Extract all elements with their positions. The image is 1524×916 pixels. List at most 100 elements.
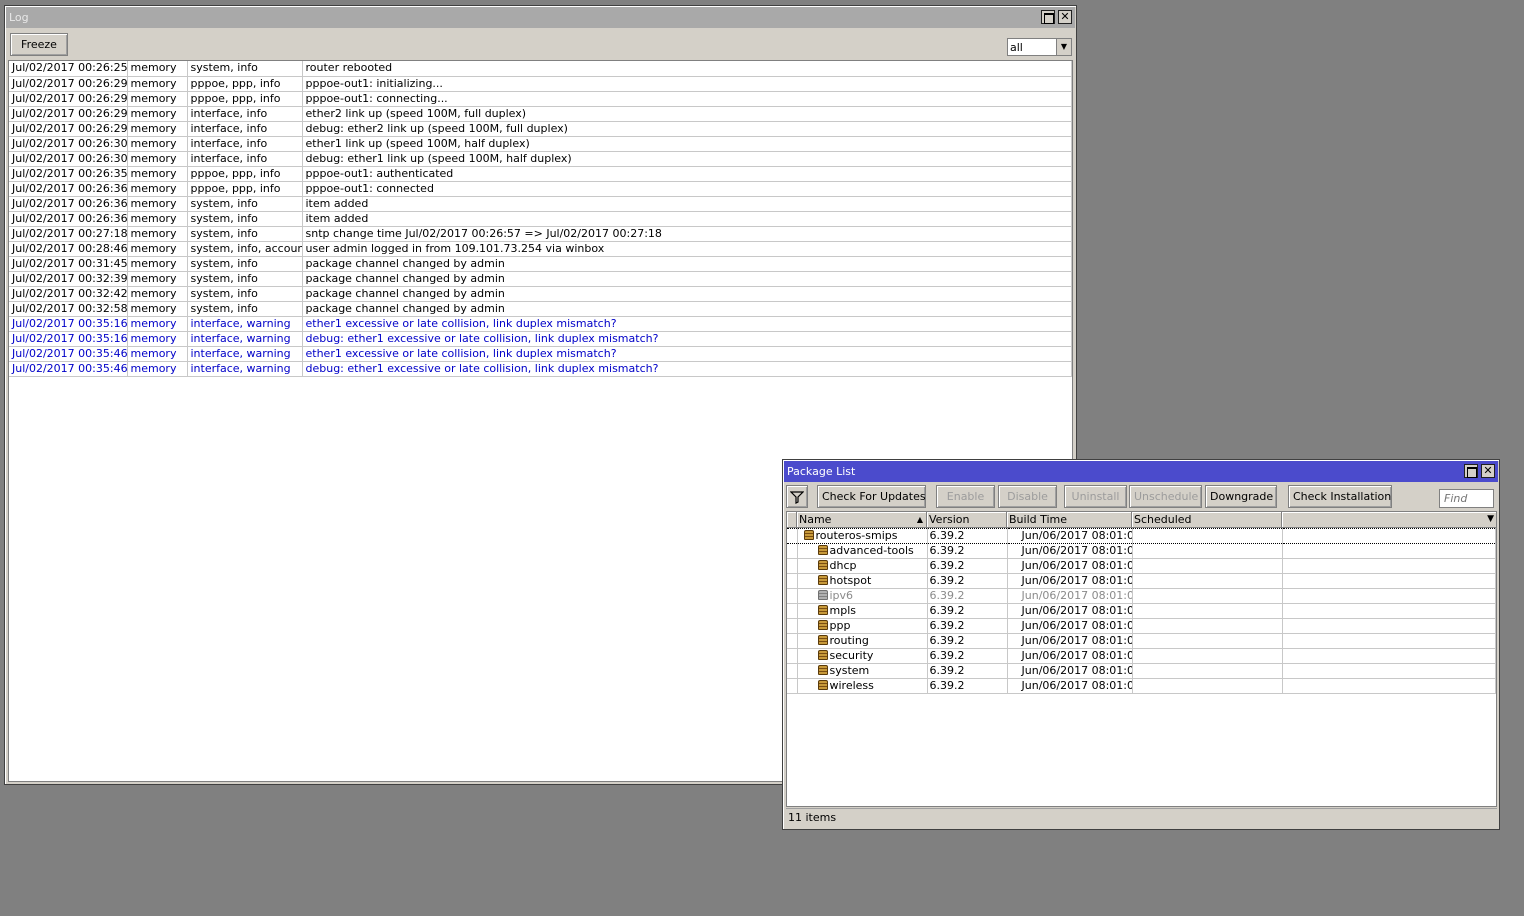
log-row[interactable]: Jul/02/2017 00:35:16 memory interface, war… bbox=[9, 331, 1072, 347]
package-name: routeros-smips bbox=[815, 529, 898, 543]
log-filter-select[interactable]: all ▼ bbox=[1007, 38, 1072, 56]
package-name: ppp bbox=[829, 619, 851, 632]
log-topics: interface, warning bbox=[187, 331, 303, 347]
log-filter-value: all bbox=[1010, 41, 1023, 54]
log-topics: system, info bbox=[187, 271, 303, 287]
log-buffer: memory bbox=[127, 76, 188, 92]
package-name-cell: routeros-smips bbox=[797, 528, 928, 544]
package-extra bbox=[1282, 618, 1496, 634]
package-version: 6.39.2 bbox=[927, 648, 1008, 664]
row-marker bbox=[787, 648, 798, 664]
sort-asc-icon: ▲ bbox=[916, 515, 923, 524]
chevron-down-icon[interactable]: ▼ bbox=[1056, 39, 1071, 55]
check-for-updates-button[interactable]: Check For Updates bbox=[817, 485, 926, 508]
log-topics: system, info bbox=[187, 301, 303, 317]
package-extra bbox=[1282, 633, 1496, 649]
maximize-icon[interactable] bbox=[1041, 10, 1055, 24]
log-row[interactable]: Jul/02/2017 00:27:18 memory system, info sn… bbox=[9, 226, 1072, 242]
log-row[interactable]: Jul/02/2017 00:35:46 memory interface, war… bbox=[9, 361, 1072, 377]
log-row[interactable]: Jul/02/2017 00:28:46 memory system, info, … bbox=[9, 241, 1072, 257]
unschedule-button[interactable]: Unschedule bbox=[1129, 485, 1202, 508]
log-time: Jul/02/2017 00:35:46 bbox=[9, 361, 128, 377]
log-row[interactable]: Jul/02/2017 00:31:45 memory system, info pa… bbox=[9, 256, 1072, 272]
column-header-name[interactable]: Name ▲ bbox=[797, 512, 927, 528]
package-extra bbox=[1282, 558, 1496, 574]
log-time: Jul/02/2017 00:26:30 bbox=[9, 151, 128, 167]
package-row[interactable]: ipv6 6.39.2 Jun/06/2017 08:01:04 bbox=[787, 588, 1496, 604]
log-time: Jul/02/2017 00:31:45 bbox=[9, 256, 128, 272]
package-row[interactable]: ppp 6.39.2 Jun/06/2017 08:01:04 bbox=[787, 618, 1496, 634]
log-row[interactable]: Jul/02/2017 00:26:29 memory interface, inf… bbox=[9, 106, 1072, 122]
row-marker bbox=[787, 528, 798, 544]
log-message: user admin logged in from 109.101.73.254… bbox=[302, 241, 1072, 257]
log-row[interactable]: Jul/02/2017 00:26:36 memory system, info it… bbox=[9, 196, 1072, 212]
downgrade-button[interactable]: Downgrade bbox=[1205, 485, 1277, 508]
log-row[interactable]: Jul/02/2017 00:32:58 memory system, info pa… bbox=[9, 301, 1072, 317]
log-row[interactable]: Jul/02/2017 00:26:30 memory interface, inf… bbox=[9, 136, 1072, 152]
column-menu-icon[interactable]: ▼ bbox=[1487, 512, 1494, 527]
package-row[interactable]: routing 6.39.2 Jun/06/2017 08:01:04 bbox=[787, 633, 1496, 649]
package-list-titlebar[interactable]: Package List ✕ bbox=[784, 461, 1498, 482]
find-input[interactable] bbox=[1439, 489, 1494, 508]
package-scheduled bbox=[1132, 573, 1283, 589]
log-row[interactable]: Jul/02/2017 00:35:46 memory interface, war… bbox=[9, 346, 1072, 362]
package-row[interactable]: hotspot 6.39.2 Jun/06/2017 08:01:04 bbox=[787, 573, 1496, 589]
log-message: package channel changed by admin bbox=[302, 286, 1072, 302]
log-row[interactable]: Jul/02/2017 00:26:29 memory pppoe, ppp, in… bbox=[9, 91, 1072, 107]
log-time: Jul/02/2017 00:26:35 bbox=[9, 166, 128, 182]
filter-button[interactable] bbox=[786, 485, 808, 508]
uninstall-button[interactable]: Uninstall bbox=[1064, 485, 1127, 508]
log-row[interactable]: Jul/02/2017 00:32:39 memory system, info pa… bbox=[9, 271, 1072, 287]
log-topics: system, info bbox=[187, 61, 303, 77]
close-icon[interactable]: ✕ bbox=[1481, 464, 1495, 478]
log-row[interactable]: Jul/02/2017 00:26:29 memory pppoe, ppp, in… bbox=[9, 76, 1072, 92]
log-buffer: memory bbox=[127, 226, 188, 242]
package-extra bbox=[1282, 603, 1496, 619]
column-header-blank bbox=[787, 512, 797, 528]
close-icon[interactable]: ✕ bbox=[1058, 10, 1072, 24]
package-list[interactable]: Name ▲ Version Build Time Scheduled ▼ ro… bbox=[786, 511, 1497, 807]
log-row[interactable]: Jul/02/2017 00:35:16 memory interface, war… bbox=[9, 316, 1072, 332]
package-version: 6.39.2 bbox=[927, 603, 1008, 619]
log-buffer: memory bbox=[127, 346, 188, 362]
log-row[interactable]: Jul/02/2017 00:26:29 memory interface, inf… bbox=[9, 121, 1072, 137]
package-build-time: Jun/06/2017 08:01:04 bbox=[1007, 528, 1133, 544]
log-message: ether2 link up (speed 100M, full duplex) bbox=[302, 106, 1072, 122]
log-row[interactable]: Jul/02/2017 00:26:30 memory interface, inf… bbox=[9, 151, 1072, 167]
maximize-icon[interactable] bbox=[1464, 464, 1478, 478]
log-row[interactable]: Jul/02/2017 00:26:25 memory system, info ro… bbox=[9, 61, 1072, 77]
package-scheduled bbox=[1132, 543, 1283, 559]
log-time: Jul/02/2017 00:26:36 bbox=[9, 211, 128, 227]
package-row[interactable]: security 6.39.2 Jun/06/2017 08:01:04 bbox=[787, 648, 1496, 664]
log-row[interactable]: Jul/02/2017 00:26:36 memory pppoe, ppp, in… bbox=[9, 181, 1072, 197]
package-scheduled bbox=[1132, 663, 1283, 679]
package-row[interactable]: wireless 6.39.2 Jun/06/2017 08:01:04 bbox=[787, 678, 1496, 694]
package-name: ipv6 bbox=[829, 589, 854, 602]
log-topics: interface, info bbox=[187, 106, 303, 122]
column-header-scheduled[interactable]: Scheduled bbox=[1132, 512, 1282, 528]
column-header-version[interactable]: Version bbox=[927, 512, 1007, 528]
package-version: 6.39.2 bbox=[927, 573, 1008, 589]
check-installation-button[interactable]: Check Installation bbox=[1288, 485, 1392, 508]
log-row[interactable]: Jul/02/2017 00:26:35 memory pppoe, ppp, in… bbox=[9, 166, 1072, 182]
log-topics: interface, info bbox=[187, 121, 303, 137]
freeze-button[interactable]: Freeze bbox=[10, 33, 68, 56]
log-message: router rebooted bbox=[302, 61, 1072, 77]
package-row[interactable]: dhcp 6.39.2 Jun/06/2017 08:01:04 bbox=[787, 558, 1496, 574]
package-row[interactable]: advanced-tools 6.39.2 Jun/06/2017 08:01:04 bbox=[787, 543, 1496, 559]
disable-button[interactable]: Disable bbox=[998, 485, 1057, 508]
package-icon bbox=[817, 605, 828, 615]
package-build-time: Jun/06/2017 08:01:04 bbox=[1007, 678, 1133, 694]
log-row[interactable]: Jul/02/2017 00:32:42 memory system, info pa… bbox=[9, 286, 1072, 302]
package-icon bbox=[817, 650, 828, 660]
column-header-build-time[interactable]: Build Time bbox=[1007, 512, 1132, 528]
log-row[interactable]: Jul/02/2017 00:26:36 memory system, info it… bbox=[9, 211, 1072, 227]
enable-button[interactable]: Enable bbox=[936, 485, 995, 508]
log-message: package channel changed by admin bbox=[302, 271, 1072, 287]
package-row[interactable]: routeros-smips 6.39.2 Jun/06/2017 08:01:04 bbox=[787, 528, 1496, 544]
package-row[interactable]: system 6.39.2 Jun/06/2017 08:01:04 bbox=[787, 663, 1496, 679]
package-row[interactable]: mpls 6.39.2 Jun/06/2017 08:01:04 bbox=[787, 603, 1496, 619]
row-marker bbox=[787, 663, 798, 679]
log-topics: interface, warning bbox=[187, 316, 303, 332]
log-titlebar[interactable]: Log ✕ bbox=[6, 7, 1075, 28]
